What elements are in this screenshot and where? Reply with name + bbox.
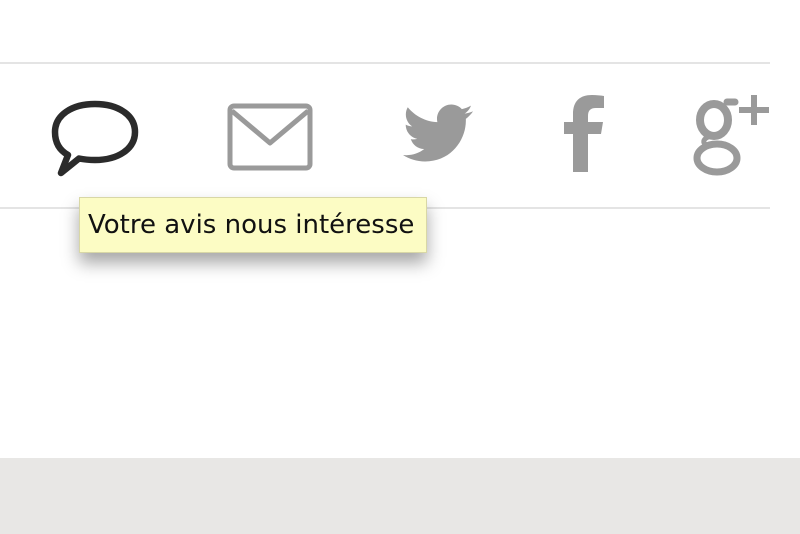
- comment-icon: [51, 100, 139, 177]
- comment-button[interactable]: [48, 98, 144, 180]
- footer-band: [0, 458, 800, 534]
- top-divider: [0, 62, 770, 64]
- email-share-button[interactable]: [224, 100, 316, 174]
- envelope-icon: [227, 103, 313, 171]
- twitter-bird-icon: [403, 104, 474, 162]
- comment-tooltip: Votre avis nous intéresse: [79, 197, 428, 253]
- facebook-f-icon: [564, 95, 604, 172]
- google-plus-share-button[interactable]: [688, 92, 778, 178]
- facebook-share-button[interactable]: [560, 92, 610, 174]
- twitter-share-button[interactable]: [398, 98, 478, 168]
- google-plus-icon: [693, 95, 769, 176]
